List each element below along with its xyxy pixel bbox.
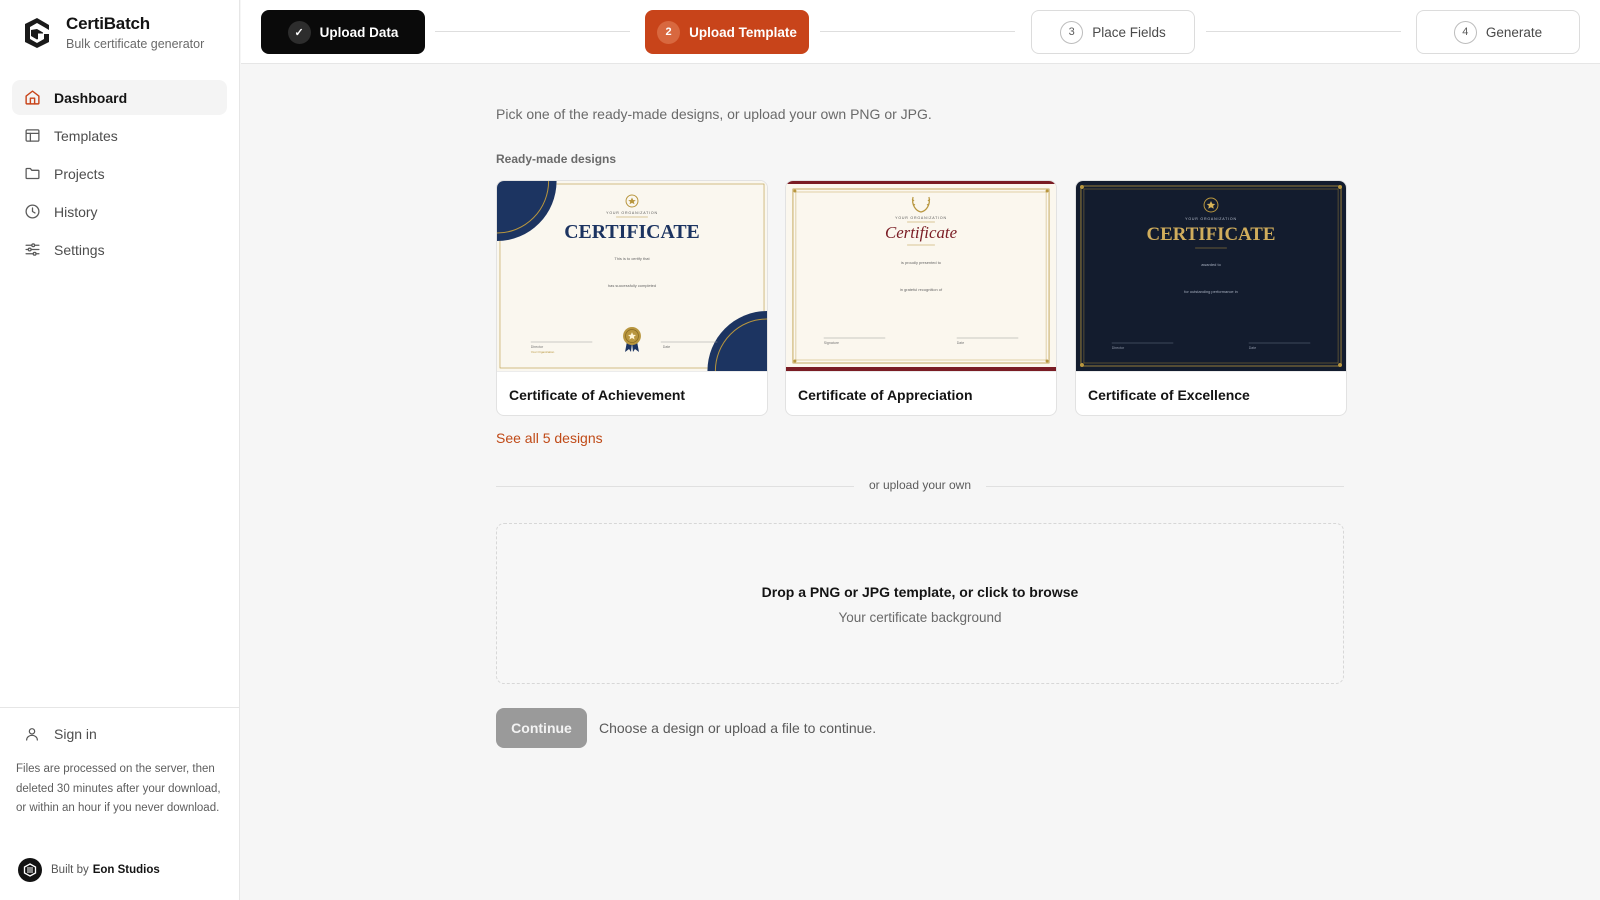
thumb-sig: Signature — [824, 341, 839, 345]
sidebar-item-label: Projects — [54, 165, 105, 182]
sidebar-item-templates[interactable]: Templates — [12, 118, 227, 153]
thumb-org: YOUR ORGANIZATION — [1185, 217, 1237, 221]
eon-studios-logo-icon — [18, 858, 42, 882]
sidebar-item-settings[interactable]: Settings — [12, 232, 227, 267]
step-generate[interactable]: 4 Generate — [1416, 10, 1580, 54]
thumb-line: is proudly presented to — [901, 260, 942, 265]
design-card-excellence[interactable]: YOUR ORGANIZATION CERTIFICATE awarded to… — [1075, 180, 1347, 416]
design-card-achievement[interactable]: YOUR ORGANIZATION CERTIFICATE This is to… — [496, 180, 768, 416]
step-label: Upload Template — [689, 24, 797, 40]
upload-divider-label: or upload your own — [868, 478, 972, 492]
thumb-line: has successfully completed — [608, 283, 656, 288]
sidebar-item-history[interactable]: History — [12, 194, 227, 229]
thumb-sig: Date — [663, 345, 671, 349]
achievement-template-thumbnail: YOUR ORGANIZATION CERTIFICATE This is to… — [497, 181, 767, 371]
thumb-line: for outstanding performance in — [1184, 289, 1238, 294]
file-retention-notice: Files are processed on the server, then … — [16, 763, 221, 814]
layout-icon — [25, 129, 40, 142]
stepper-bar: ✓ Upload Data 2 Upload Template 3 Place … — [241, 0, 1600, 64]
dropzone-title: Drop a PNG or JPG template, or click to … — [761, 584, 1079, 600]
excellence-template-thumbnail: YOUR ORGANIZATION CERTIFICATE awarded to… — [1076, 181, 1346, 371]
brand[interactable]: CertiBatch Bulk certificate generator — [22, 14, 204, 51]
sign-in-label: Sign in — [54, 726, 97, 742]
sidebar-nav: Dashboard Templates Projects History Set… — [12, 80, 227, 270]
step-connector — [435, 31, 630, 32]
user-icon — [26, 728, 38, 741]
step-upload-data[interactable]: ✓ Upload Data — [261, 10, 425, 54]
app-name: CertiBatch — [66, 14, 150, 33]
sidebar-item-label: History — [54, 203, 98, 220]
design-card-title: Certificate of Achievement — [497, 371, 767, 415]
clock-icon — [25, 204, 40, 219]
app-tagline: Bulk certificate generator — [66, 37, 205, 51]
see-all-designs-link[interactable]: See all 5 designs — [496, 430, 603, 446]
certibatch-logo-icon — [25, 17, 49, 48]
appreciation-template-thumbnail: YOUR ORGANIZATION Certificate is proudly… — [786, 181, 1056, 371]
thumb-line: awarded to — [1201, 262, 1221, 267]
folder-icon — [25, 167, 40, 180]
continue-hint: Choose a design or upload a file to cont… — [599, 720, 877, 736]
thumb-sig: Director — [1112, 346, 1125, 350]
step-label: Upload Data — [319, 24, 399, 40]
thumb-heading: CERTIFICATE — [1147, 224, 1276, 245]
thumb-heading: CERTIFICATE — [564, 221, 700, 243]
step-connector — [820, 31, 1015, 32]
step-label: Generate — [1485, 24, 1543, 40]
design-card-title: Certificate of Appreciation — [786, 371, 1056, 415]
designs-label: Ready-made designs — [496, 152, 617, 166]
thumb-sig: Date — [957, 341, 965, 345]
built-by-prefix: Built by — [51, 864, 89, 876]
sidebar-item-label: Templates — [54, 127, 118, 144]
sign-in-button[interactable]: Sign in — [0, 708, 240, 760]
thumb-sig: Director — [531, 345, 544, 349]
sidebar-item-projects[interactable]: Projects — [12, 156, 227, 191]
thumb-org: YOUR ORGANIZATION — [895, 216, 947, 220]
divider-line — [986, 486, 1344, 487]
design-card-appreciation[interactable]: YOUR ORGANIZATION Certificate is proudly… — [785, 180, 1057, 416]
thumb-org: YOUR ORGANIZATION — [606, 211, 658, 215]
sidebar: CertiBatch Bulk certificate generator Da… — [0, 0, 240, 900]
thumb-line: in grateful recognition of — [900, 287, 943, 292]
continue-button[interactable]: Continue — [496, 708, 587, 748]
built-by: Built by Eon Studios — [18, 858, 160, 882]
thumb-sig: Date — [1249, 346, 1257, 350]
step-number: 3 — [1060, 20, 1084, 44]
dropzone-subtitle: Your certificate background — [838, 610, 1002, 625]
thumb-heading: Certificate — [885, 223, 958, 242]
step-place-fields[interactable]: 3 Place Fields — [1031, 10, 1195, 54]
home-icon — [25, 90, 40, 105]
step-number: 4 — [1453, 20, 1477, 44]
step-label: Place Fields — [1092, 24, 1166, 40]
sliders-icon — [25, 243, 40, 256]
design-card-title: Certificate of Excellence — [1076, 371, 1346, 415]
template-dropzone[interactable]: Drop a PNG or JPG template, or click to … — [496, 523, 1344, 684]
intro-text: Pick one of the ready-made designs, or u… — [496, 106, 932, 122]
sidebar-item-label: Settings — [54, 241, 105, 258]
sidebar-footer: Sign in Files are processed on the serve… — [0, 707, 240, 882]
step-upload-template[interactable]: 2 Upload Template — [645, 10, 809, 54]
thumb-line: This is to certify that — [614, 256, 650, 261]
check-icon: ✓ — [287, 20, 311, 44]
built-by-link[interactable]: Eon Studios — [93, 864, 160, 876]
step-connector — [1206, 31, 1401, 32]
sidebar-item-dashboard[interactable]: Dashboard — [12, 80, 227, 115]
sidebar-item-label: Dashboard — [54, 89, 128, 106]
step-number: 2 — [657, 20, 681, 44]
thumb-sig-sub: Your Organization — [531, 350, 555, 354]
